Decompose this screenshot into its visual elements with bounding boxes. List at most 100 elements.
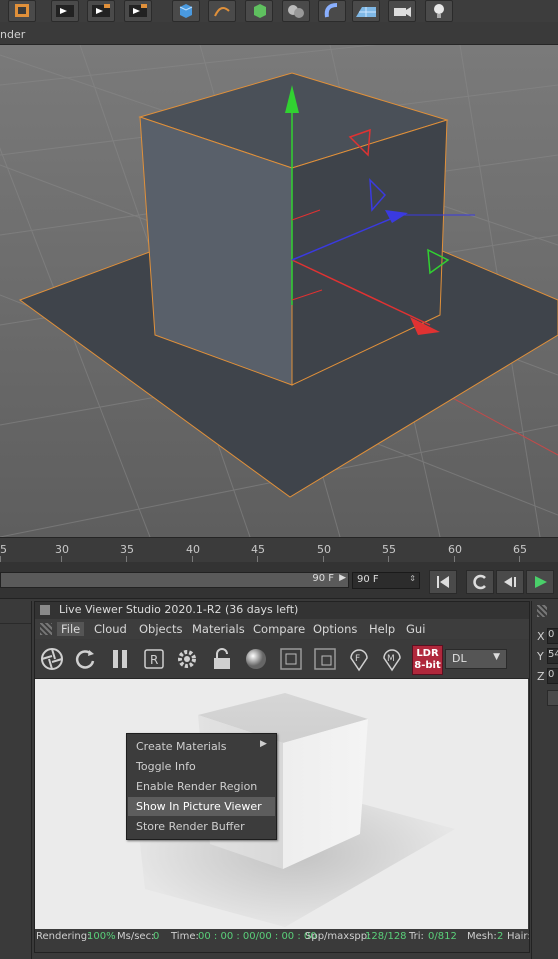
ldr-badge-line2: 8-bit xyxy=(414,660,441,671)
file-context-menu: Create Materials ▶ Toggle Info Enable Re… xyxy=(126,733,277,840)
restart-render-button[interactable] xyxy=(72,646,98,672)
coord-z-value: 0 xyxy=(548,669,555,680)
loop-button[interactable] xyxy=(466,570,494,594)
timeline-ruler[interactable]: 5 30 35 40 45 50 55 60 65 xyxy=(0,537,558,562)
render-settings-icon[interactable] xyxy=(124,0,152,22)
rendered-image xyxy=(35,679,528,929)
menu-objects[interactable]: Objects xyxy=(135,622,186,636)
3d-viewport[interactable] xyxy=(0,45,558,537)
tick-label: 5 xyxy=(0,543,7,556)
deformer-icon[interactable] xyxy=(318,0,346,22)
region-render-button[interactable]: R xyxy=(141,646,167,672)
render-view-icon[interactable] xyxy=(51,0,79,22)
lock-button[interactable] xyxy=(209,646,235,672)
lock-icon xyxy=(214,648,230,669)
live-viewer-menubar: File Cloud Objects Materials Compare Opt… xyxy=(35,619,529,639)
left-panel-edge xyxy=(0,601,32,959)
status-mssec-label: Ms/sec: xyxy=(117,931,155,942)
render-mode-select[interactable]: DL ▼ xyxy=(445,649,507,669)
menu-item-toggle-info[interactable]: Toggle Info xyxy=(128,757,275,776)
play-forward-button[interactable] xyxy=(526,570,554,594)
status-hair-label: Hair: xyxy=(507,931,529,942)
coord-x-value: 0 xyxy=(548,629,555,640)
live-viewer-titlebar[interactable]: Live Viewer Studio 2020.1-R2 (36 days le… xyxy=(35,602,529,619)
play-backwards-icon xyxy=(504,577,516,587)
panel-grip-icon[interactable] xyxy=(40,605,50,615)
timeline-controls: 90 F ▶ 90 F ⇕ xyxy=(0,562,558,599)
menu-materials[interactable]: Materials xyxy=(188,622,249,636)
refresh-icon xyxy=(75,650,95,669)
menu-item-label: Toggle Info xyxy=(136,760,196,773)
divider xyxy=(0,623,31,624)
menu-item-label: Show In Picture Viewer xyxy=(136,800,262,813)
render-region-full-button[interactable] xyxy=(278,646,304,672)
aperture-icon xyxy=(41,648,63,670)
render-picture-viewer-icon[interactable] xyxy=(87,0,115,22)
material-preview-button[interactable] xyxy=(243,646,269,672)
tick-label: 50 xyxy=(317,543,331,556)
timeline-range-slider[interactable]: 90 F ▶ xyxy=(0,572,349,588)
coord-y-label: Y xyxy=(537,650,544,663)
render-viewport[interactable] xyxy=(35,679,528,929)
panel-grip-icon[interactable] xyxy=(537,605,547,617)
map-pin-material-icon: M xyxy=(383,649,401,672)
menu-cloud[interactable]: Cloud xyxy=(90,622,131,636)
spline-pen-icon[interactable] xyxy=(208,0,236,22)
submenu-arrow-icon: ▶ xyxy=(260,739,267,749)
live-viewer-panel: Live Viewer Studio 2020.1-R2 (36 days le… xyxy=(34,601,530,953)
coord-x-label: X xyxy=(537,630,545,643)
go-to-start-button[interactable] xyxy=(429,570,457,594)
camera-icon[interactable] xyxy=(388,0,416,22)
menu-item-show-in-picture-viewer[interactable]: Show In Picture Viewer xyxy=(128,797,275,816)
aperture-button[interactable] xyxy=(39,646,65,672)
focus-pin-button[interactable]: F xyxy=(346,646,372,672)
menu-item-enable-render-region[interactable]: Enable Render Region xyxy=(128,777,275,796)
pause-button[interactable] xyxy=(107,646,133,672)
render-region-crop-button[interactable] xyxy=(312,646,338,672)
coord-z-field[interactable]: 0 xyxy=(547,668,558,684)
coord-y-field[interactable]: 54 xyxy=(547,648,558,664)
status-spp-label: Spp/maxspp: xyxy=(305,931,371,942)
apply-button[interactable] xyxy=(547,690,558,706)
scale-tool-icon[interactable] xyxy=(8,0,36,22)
stepper-icon[interactable]: ⇕ xyxy=(409,574,416,583)
play-backwards-button[interactable] xyxy=(496,570,524,594)
menu-gui[interactable]: Gui xyxy=(402,622,429,636)
ldr-8bit-toggle[interactable]: LDR 8-bit xyxy=(412,645,443,675)
go-to-start-icon xyxy=(437,576,449,588)
menu-file[interactable]: File xyxy=(57,622,85,636)
material-pin-button[interactable]: M xyxy=(379,646,405,672)
menu-help[interactable]: Help xyxy=(365,622,399,636)
status-mesh-label: Mesh: xyxy=(467,931,497,942)
cube-primitive-icon[interactable] xyxy=(172,0,200,22)
viewport-menubar: nder xyxy=(0,26,558,45)
coord-z-label: Z xyxy=(537,670,545,683)
live-viewer-toolbar: R F M LDR 8-bit DL ▼ xyxy=(35,640,529,679)
menu-item-label: Enable Render Region xyxy=(136,780,258,793)
menu-grip-icon[interactable] xyxy=(40,623,52,635)
tick-label: 65 xyxy=(513,543,527,556)
status-rendering-label: Rendering: xyxy=(36,931,91,942)
menu-compare[interactable]: Compare xyxy=(249,622,309,636)
menu-item-create-materials[interactable]: Create Materials ▶ xyxy=(128,737,275,756)
light-icon[interactable] xyxy=(425,0,453,22)
loop-icon xyxy=(473,574,486,590)
range-arrow-icon[interactable]: ▶ xyxy=(339,573,346,583)
menu-options[interactable]: Options xyxy=(309,622,361,636)
status-tri-label: Tri: xyxy=(409,931,424,942)
end-frame-field[interactable]: 90 F ⇕ xyxy=(352,572,420,589)
subdivision-surface-icon[interactable] xyxy=(245,0,273,22)
coord-y-value: 54 xyxy=(548,649,558,660)
status-time-value: 00 : 00 : 00/00 : 00 : 00 xyxy=(198,931,317,942)
status-mesh-value: 2 xyxy=(497,931,504,942)
floor-icon[interactable] xyxy=(352,0,380,22)
menu-item-store-render-buffer[interactable]: Store Render Buffer xyxy=(128,817,275,836)
pin-m-label: M xyxy=(387,654,395,664)
array-generator-icon[interactable] xyxy=(282,0,310,22)
sphere-icon xyxy=(246,649,266,669)
status-rendering-value: 100% xyxy=(87,931,116,942)
coord-x-field[interactable]: 0 xyxy=(547,628,558,644)
menu-item-label: Store Render Buffer xyxy=(136,820,245,833)
viewport-menu-render[interactable]: nder xyxy=(0,28,25,41)
settings-button[interactable] xyxy=(174,646,200,672)
